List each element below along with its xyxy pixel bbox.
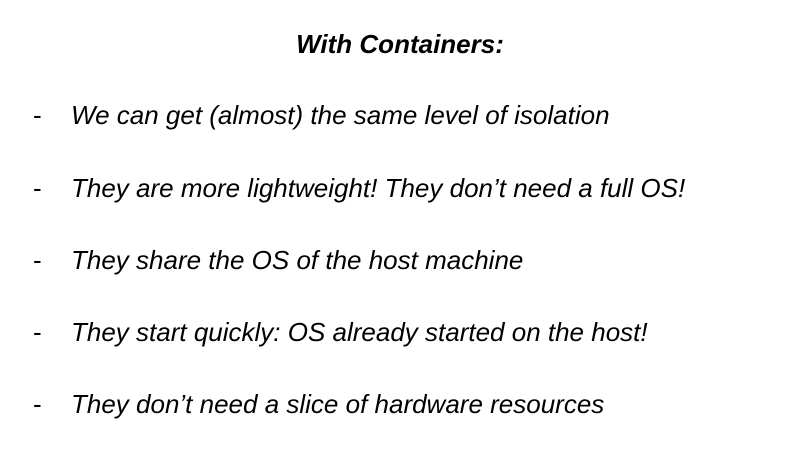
slide: With Containers: - We can get (almost) t…	[0, 0, 800, 450]
bullet-text: They don’t need a slice of hardware reso…	[71, 389, 605, 419]
bullet-text: They are more lightweight! They don’t ne…	[71, 173, 686, 203]
bullet-marker: -	[33, 245, 42, 275]
bullet-item: - We can get (almost) the same level of …	[0, 98, 800, 132]
bullet-text: They start quickly: OS already started o…	[71, 317, 648, 347]
bullet-marker: -	[33, 173, 42, 203]
bullet-item: - They start quickly: OS already started…	[0, 315, 800, 349]
bullet-marker: -	[33, 317, 42, 347]
bullet-item: - They share the OS of the host machine	[0, 243, 800, 277]
bullet-marker: -	[33, 100, 42, 130]
bullet-marker: -	[33, 389, 42, 419]
bullet-text: We can get (almost) the same level of is…	[71, 100, 610, 130]
bullet-item: - They are more lightweight! They don’t …	[0, 171, 800, 205]
bullet-item: - They don’t need a slice of hardware re…	[0, 387, 800, 421]
bullet-list: - We can get (almost) the same level of …	[0, 0, 800, 450]
bullet-text: They share the OS of the host machine	[71, 245, 524, 275]
